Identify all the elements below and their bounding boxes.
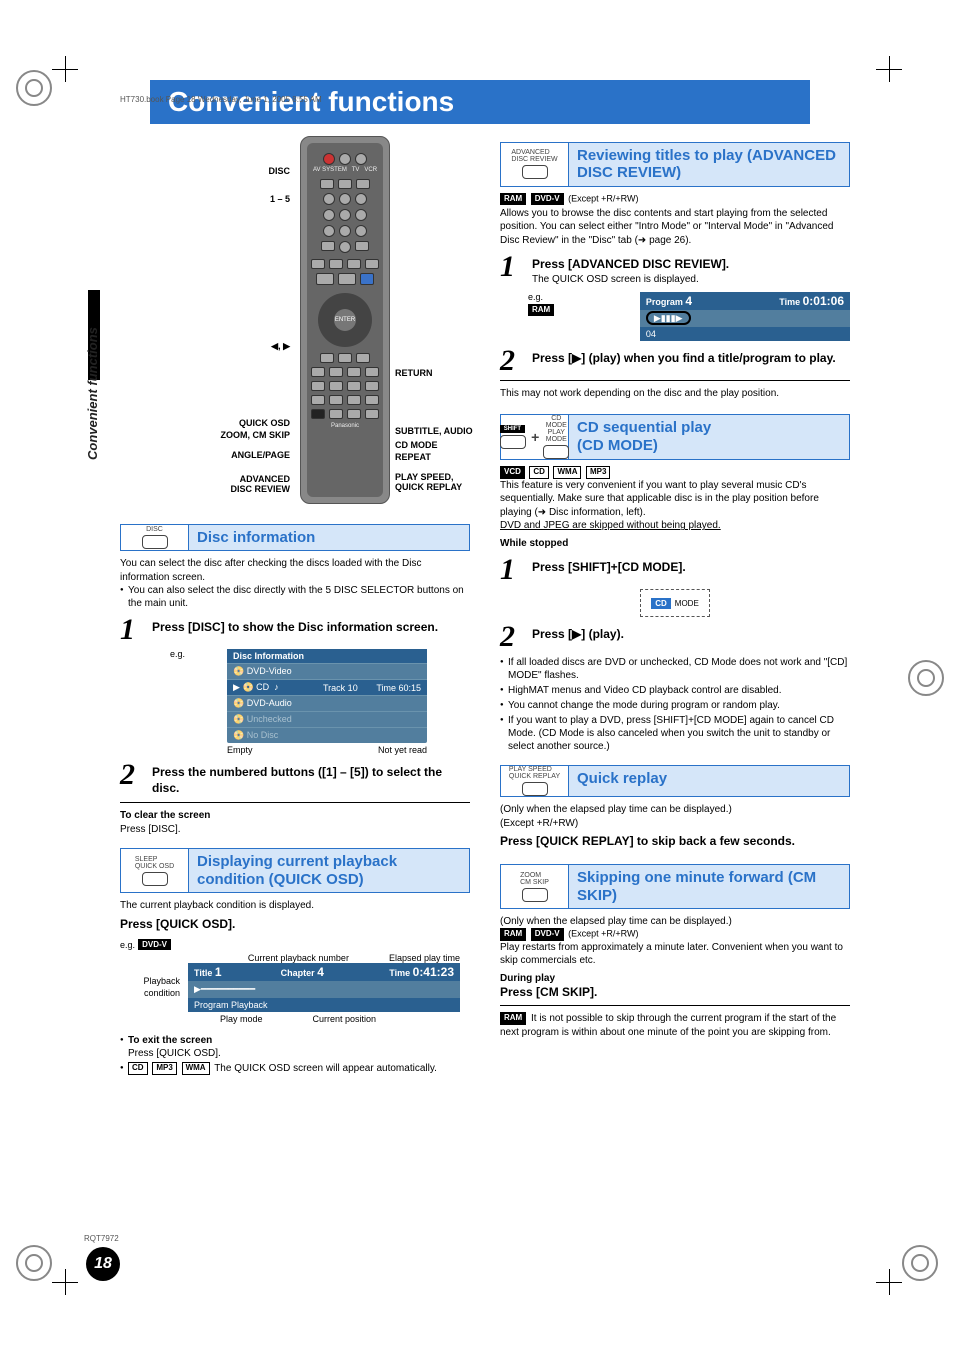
cmskip-btn-label: ZOOM CM SKIP — [520, 872, 549, 886]
side-section-label: Convenient functions — [85, 327, 100, 460]
advreview-note: This may not work depending on the disc … — [500, 387, 850, 401]
cdmode-b2: HighMAT menus and Video CD playback cont… — [500, 684, 850, 697]
clear-head: To clear the screen — [120, 809, 470, 823]
disc-info-osd: Disc Information 📀 DVD-Video ▶ 📀 CD ♪Tra… — [227, 649, 427, 743]
disc-info-intro1: You can select the disc after checking t… — [120, 557, 470, 584]
section-quickreplay-title: Quick replay — [569, 766, 849, 796]
callout-angle: ANGLE/PAGE — [180, 450, 290, 460]
cmskip-note: It is not possible to skip through the c… — [500, 1013, 836, 1038]
keycap-icon — [522, 888, 548, 902]
section-cmskip-title: Skipping one minute forward (CM SKIP) — [569, 865, 849, 908]
lbl-curnum: Current playback number — [248, 953, 349, 963]
step-num-2c: 2 — [500, 623, 522, 650]
disc-step2: Press the numbered buttons ([1] – [5]) t… — [152, 761, 470, 796]
lbl-elapsed: Elapsed play time — [389, 953, 460, 963]
bookmark-text: HT730.book Page 18 Wednesday, June 1, 20… — [120, 95, 322, 104]
eg-label-2: e.g. — [120, 940, 135, 950]
callout-repeat: REPEAT — [395, 452, 505, 462]
cdmode-b4: If you want to play a DVD, press [SHIFT]… — [500, 714, 850, 753]
exit-head: To exit the screen — [128, 1035, 212, 1046]
step-num-2: 2 — [120, 761, 142, 796]
page-number: 18 — [86, 1247, 120, 1281]
cmskip-line1: (Only when the elapsed play time can be … — [500, 915, 850, 929]
cmskip-during: During play — [500, 972, 850, 986]
lbl-pbcond: Playback condition — [120, 976, 180, 999]
cdmode-b3: You cannot change the mode during progra… — [500, 699, 850, 712]
cmskip-press: Press [CM SKIP]. — [500, 985, 850, 999]
qr-line2: (Except +R/+RW) — [500, 817, 850, 831]
section-cdmode-title: CD sequential play (CD MODE) — [569, 415, 849, 459]
cdmode-step2: Press [▶] (play). — [532, 623, 850, 650]
step-num-1b: 1 — [500, 253, 522, 286]
callout-1to5: 1 – 5 — [180, 194, 290, 204]
eg-label: e.g. — [170, 649, 185, 661]
callout-subtitle: SUBTITLE, AUDIO — [395, 426, 505, 436]
callout-return: RETURN — [395, 368, 505, 378]
cmskip-except: (Except +R/+RW) — [568, 929, 638, 939]
step-num-1c: 1 — [500, 556, 522, 583]
keycap-icon — [522, 782, 548, 796]
cmskip-intro: Play restarts from approximately a minut… — [500, 941, 850, 968]
section-advreview-head: ADVANCED DISC REVIEW Reviewing titles to… — [500, 142, 850, 187]
cd-mode-display: CDMODE — [640, 589, 710, 617]
quickosd-btn-label: SLEEP QUICK OSD — [135, 856, 174, 870]
disc-btn-label: DISC — [146, 526, 163, 533]
callout-nav: ◀, ▶ — [180, 341, 290, 352]
lbl-playmode: Play mode — [220, 1014, 263, 1024]
callout-cdmode: CD MODE — [395, 440, 505, 450]
left-column: AV SYSTEM TV VCR ENTER — [120, 136, 470, 1077]
section-cmskip-head: ZOOM CM SKIP Skipping one minute forward… — [500, 864, 850, 909]
section-quickosd-head: SLEEP QUICK OSD Displaying current playb… — [120, 848, 470, 893]
section-advreview-title: Reviewing titles to play (ADVANCED DISC … — [569, 143, 849, 186]
advreview-except: (Except +R/+RW) — [568, 193, 638, 203]
disc-info-osd-header: Disc Information — [227, 649, 427, 663]
remote-diagram: AV SYSTEM TV VCR ENTER — [180, 136, 470, 516]
step-num-1: 1 — [120, 616, 142, 643]
advreview-sub1: The QUICK OSD screen is displayed. — [532, 273, 850, 286]
cdmode-while: While stopped — [500, 537, 850, 551]
callout-playspeed: PLAY SPEED, QUICK REPLAY — [395, 472, 505, 492]
keycap-icon — [142, 535, 168, 549]
advreview-osd: Program 4 Time 0:01:06 ▶▮▮▮▶ 04 — [640, 292, 850, 341]
disc-info-intro2: You can also select the disc directly wi… — [120, 584, 470, 610]
section-quickreplay-head: PLAY SPEED QUICK REPLAY Quick replay — [500, 765, 850, 797]
section-quickosd-title: Displaying current playback condition (Q… — [189, 849, 469, 892]
exit-body: Press [QUICK OSD]. — [128, 1048, 221, 1059]
callout-advreview: ADVANCED DISC REVIEW — [180, 474, 290, 494]
rqt-code: RQT7972 — [84, 1234, 119, 1243]
section-disc-info-title: Disc information — [189, 525, 469, 550]
quickreplay-btn-label: PLAY SPEED QUICK REPLAY — [509, 766, 560, 780]
cdmode-b1: If all loaded discs are DVD or unchecked… — [500, 656, 850, 682]
quickosd-intro: The current playback condition is displa… — [120, 899, 470, 913]
quickosd-footer: The QUICK OSD screen will appear automat… — [214, 1063, 437, 1074]
advreview-step1: Press [ADVANCED DISC REVIEW]. — [532, 257, 729, 271]
cdmode-skipnote: DVD and JPEG are skipped without being p… — [500, 519, 850, 533]
clear-body: Press [DISC]. — [120, 823, 470, 837]
qr-line1: (Only when the elapsed play time can be … — [500, 803, 850, 817]
qr-press: Press [QUICK REPLAY] to skip back a few … — [500, 834, 850, 848]
disc-step1: Press [DISC] to show the Disc informatio… — [152, 616, 470, 643]
notread-label: Not yet read — [378, 745, 427, 755]
cdmode-step1: Press [SHIFT]+[CD MODE]. — [532, 556, 850, 583]
keycap-icon — [522, 165, 548, 179]
lbl-curpos: Current position — [313, 1014, 377, 1024]
right-column: ADVANCED DISC REVIEW Reviewing titles to… — [500, 136, 850, 1077]
quickosd-osd: Title 1 Chapter 4 Time 0:41:23 ▶━━━━━━━━… — [188, 963, 460, 1012]
section-disc-info-head: DISC Disc information — [120, 524, 470, 551]
advreview-intro: Allows you to browse the disc contents a… — [500, 207, 850, 248]
quickosd-press: Press [QUICK OSD]. — [120, 916, 470, 932]
callout-zoom: ZOOM, CM SKIP — [180, 430, 290, 440]
empty-label: Empty — [227, 745, 253, 755]
keycap-icon — [142, 872, 168, 886]
section-cdmode-head: SHIFT + CD MODE PLAY MODE CD sequential … — [500, 414, 850, 460]
callout-disc: DISC — [180, 166, 290, 176]
advreview-btn-label: ADVANCED DISC REVIEW — [511, 149, 557, 163]
callout-quickosd: QUICK OSD — [180, 418, 290, 428]
cdmode-intro: This feature is very convenient if you w… — [500, 479, 850, 520]
advreview-step2: Press [▶] (play) when you find a title/p… — [532, 347, 850, 374]
dvdv-badge: DVD-V — [138, 939, 171, 950]
